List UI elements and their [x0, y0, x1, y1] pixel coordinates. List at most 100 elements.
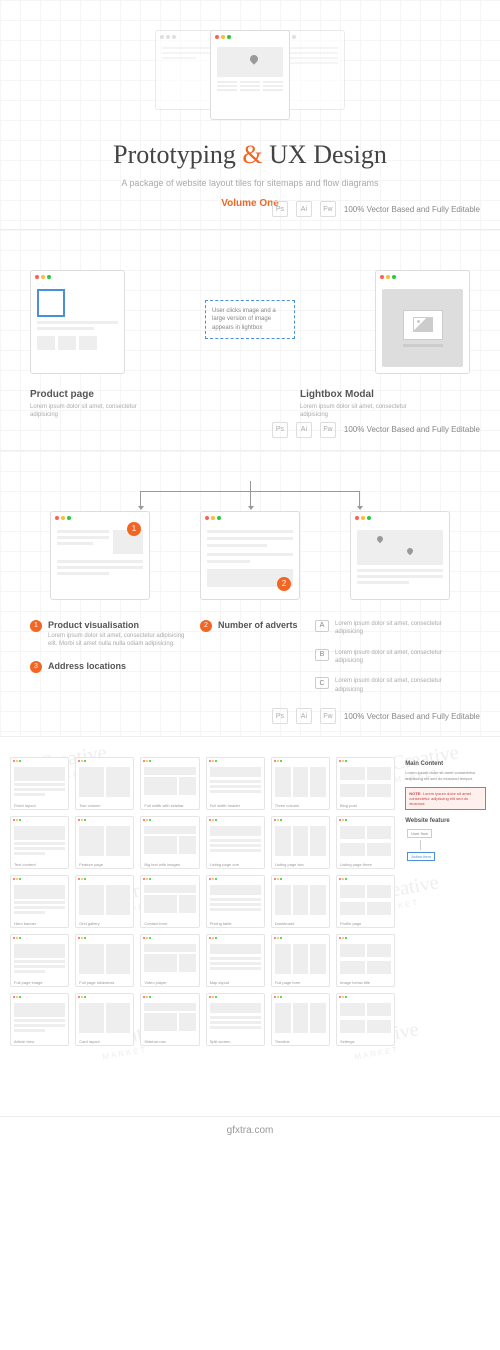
product-image-highlight: [37, 289, 65, 317]
main-content-title: Main Content: [405, 761, 486, 767]
product-page-window: [30, 270, 125, 374]
anno-desc-a: Lorem ipsum dolor sit amet, consectetur …: [335, 620, 470, 637]
tile-label: Full page slideshow: [76, 979, 133, 986]
layout-tile: Card layout: [75, 993, 134, 1046]
tile-label: Blog post: [337, 802, 394, 809]
tree-window-3: 3: [350, 511, 450, 600]
fw-icon: Fw: [320, 708, 336, 724]
connector-box-blue: Action item: [407, 852, 435, 861]
tile-label: Profile page: [337, 920, 394, 927]
flow-note: User clicks image and a large version of…: [205, 300, 295, 339]
anno-letter-a: A: [315, 620, 329, 632]
ps-icon: Ps: [272, 708, 288, 724]
layout-tile: Timeline: [271, 993, 330, 1046]
layout-tile: Hero banner: [10, 875, 69, 928]
tree-window-2: 2: [200, 511, 300, 600]
anno-title-2: Number of adverts: [218, 620, 300, 630]
tile-label: Listing page three: [337, 861, 394, 868]
layout-tile: Pricing table: [206, 875, 265, 928]
badge-text: 100% Vector Based and Fully Editable: [344, 712, 480, 721]
side-panel: Main Content Lorem ipsum dolor sit amet …: [401, 757, 490, 1052]
tile-label: Settings: [337, 1038, 394, 1045]
layout-tile: Profile page: [336, 875, 395, 928]
layout-tile: Grid gallery: [75, 875, 134, 928]
hero-illustration: [20, 30, 480, 120]
gallery-section: CreativeMARKET CreativeMARKET CreativeMA…: [0, 737, 500, 1117]
layout-tile: Full page form: [271, 934, 330, 987]
tile-label: Split screen: [207, 1038, 264, 1045]
flow-section: User clicks image and a large version of…: [0, 230, 500, 451]
badge-row: Ps Ai Fw 100% Vector Based and Fully Edi…: [272, 708, 480, 724]
layout-tile: Settings: [336, 993, 395, 1046]
layout-tile: Text content: [10, 816, 69, 869]
badge-text: 100% Vector Based and Fully Editable: [344, 205, 480, 214]
tile-label: Full width header: [207, 802, 264, 809]
ps-icon: Ps: [272, 422, 288, 438]
ai-icon: Ai: [296, 708, 312, 724]
layout-tile: Sidebar nav: [140, 993, 199, 1046]
tile-gallery: Fixed layoutTwo columnFull width with si…: [10, 757, 490, 1052]
anno-letter-b: B: [315, 649, 329, 661]
anno-desc-1: Lorem ipsum dolor sit amet, consectetur …: [48, 632, 185, 649]
anno-title-3: Address locations: [48, 661, 185, 671]
anno-num-3: 3: [30, 661, 42, 673]
product-page-title: Product page: [30, 389, 160, 400]
tree-section: 1 2 3: [0, 451, 500, 737]
website-feature-title: Website feature: [405, 818, 486, 824]
map-icon: [217, 47, 283, 77]
hero-section: Prototyping & UX Design A package of web…: [0, 0, 500, 230]
tree-connector: [90, 481, 410, 511]
lightbox-title: Lightbox Modal: [300, 389, 430, 400]
anno-num-1: 1: [30, 620, 42, 632]
anno-desc-b: Lorem ipsum dolor sit amet, consectetur …: [335, 649, 470, 666]
tile-label: Fixed layout: [11, 802, 68, 809]
tree-window-1: 1: [50, 511, 150, 600]
ai-icon: Ai: [296, 422, 312, 438]
layout-tile: Contact form: [140, 875, 199, 928]
layout-tile: Three column: [271, 757, 330, 810]
subtitle: A package of website layout tiles for si…: [20, 178, 480, 188]
layout-tile: Blog post: [336, 757, 395, 810]
tile-label: Big text with images: [141, 861, 198, 868]
product-page-desc: Lorem ipsum dolor sit amet, consectetur …: [30, 403, 160, 420]
tile-label: Feature page: [76, 861, 133, 868]
layout-tile: Full width with sidebar: [140, 757, 199, 810]
layout-tile: Map layout: [206, 934, 265, 987]
tile-label: Timeline: [272, 1038, 329, 1045]
badge-2: 2: [277, 577, 291, 591]
tile-label: Three column: [272, 802, 329, 809]
anno-letter-c: C: [315, 677, 329, 689]
lightbox-window: [375, 270, 470, 374]
tile-label: Video player: [141, 979, 198, 986]
layout-tile: Full page image: [10, 934, 69, 987]
fw-icon: Fw: [320, 422, 336, 438]
layout-tile: Full page slideshow: [75, 934, 134, 987]
map-icon: [357, 530, 443, 565]
ai-icon: Ai: [296, 201, 312, 217]
tile-label: Card layout: [76, 1038, 133, 1045]
tile-label: Full page image: [11, 979, 68, 986]
anno-num-2: 2: [200, 620, 212, 632]
tile-label: Listing page two: [272, 861, 329, 868]
tile-label: Hero banner: [11, 920, 68, 927]
layout-tile: Big text with images: [140, 816, 199, 869]
anno-title-1: Product visualisation: [48, 620, 185, 630]
layout-tile: Dashboard: [271, 875, 330, 928]
tile-label: Grid gallery: [76, 920, 133, 927]
note-box: NOTE: Lorem ipsum dolor sit amet consect…: [405, 787, 486, 810]
badge-1: 1: [127, 522, 141, 536]
layout-tile: Listing page three: [336, 816, 395, 869]
main-content-text: Lorem ipsum dolor sit amet consectetur a…: [405, 770, 486, 781]
layout-tile: Image below title: [336, 934, 395, 987]
badge-row: Ps Ai Fw 100% Vector Based and Fully Edi…: [272, 201, 480, 217]
tile-label: Sidebar nav: [141, 1038, 198, 1045]
ps-icon: Ps: [272, 201, 288, 217]
layout-tile: Feature page: [75, 816, 134, 869]
anno-desc-c: Lorem ipsum dolor sit amet, consectetur …: [335, 677, 470, 694]
footer-url: gfxtra.com: [0, 1117, 500, 1144]
connector-box: User flow: [407, 829, 432, 838]
pin-icon: [406, 547, 414, 555]
tile-label: Pricing table: [207, 920, 264, 927]
tile-label: Article view: [11, 1038, 68, 1045]
main-title: Prototyping & UX Design: [20, 140, 480, 170]
